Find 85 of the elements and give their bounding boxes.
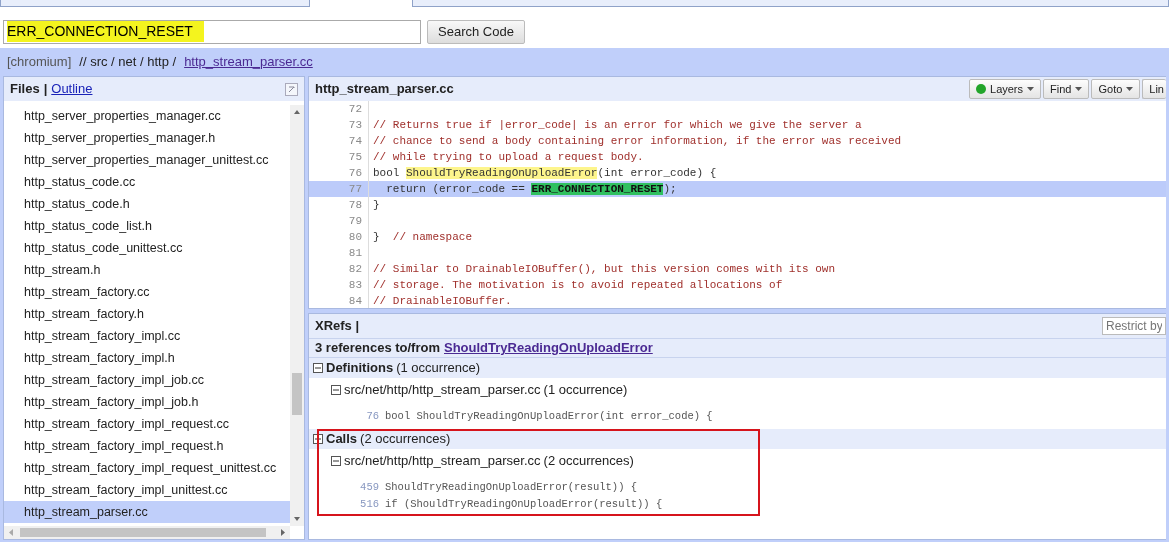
code-line: return (error_code == ERR_CONNECTION_RESET); [385,182,677,197]
file-item[interactable]: http_status_code_list.h [4,215,290,237]
restrict-field[interactable]: Restrict by [1102,317,1166,335]
status-dot-icon [976,84,986,94]
panel-tab[interactable]: Files [10,79,40,99]
search-button[interactable]: Search Code [427,19,525,44]
file-item[interactable]: http_stream_factory_impl_request.h [4,435,290,457]
file-title: http_stream_parser.cc [315,80,454,99]
code-line: // storage. The motivation is to avoid repeated allocations of [373,278,783,293]
code-line: bool ShouldTryReadingOnUploadError(int error_code) { [373,166,717,181]
file-item[interactable]: http_server_properties_manager_unittest.cc [4,149,290,171]
caret-icon [1126,87,1134,91]
line-number: 78 [309,197,369,213]
line-number: 84 [309,293,369,308]
file-item[interactable]: http_status_code.cc [4,171,290,193]
line-number: 82 [309,261,369,277]
symbol-link[interactable]: ShouldTryReadingOnUploadError [444,338,653,358]
group-header[interactable]: Definitions (1 occurrence) [309,358,1166,378]
occurrence-count: (2 occurrences) [543,452,634,471]
line-number: 75 [309,149,369,165]
file-item[interactable]: http_stream_factory_impl_request_unittest.cc [4,457,290,479]
collapse-icon[interactable] [313,434,323,444]
collapse-icon[interactable] [331,385,341,395]
line-number: 459 [359,480,380,495]
caret-icon [1027,87,1035,91]
collapse-panel-icon[interactable] [285,82,298,96]
code-line: // Returns true if |error_code| is an error for which we give the server a [373,118,862,133]
file-item[interactable]: http_stream_factory.cc [4,281,290,303]
line-number: 516 [359,497,380,512]
code-line[interactable]: bool ShouldTryReadingOnUploadError(int error_code) { [385,408,713,425]
file-item[interactable]: http_stream_factory_impl_job.cc [4,369,290,391]
line-number: 74 [309,133,369,149]
line-number: 72 [309,101,369,117]
code-line: } // namespace [373,230,473,245]
references-summary: 3 references to/from [315,339,440,358]
file-item[interactable]: http_stream_factory_impl.h [4,347,290,369]
file-item[interactable]: http_stream.h [4,259,290,281]
vertical-scrollbar[interactable] [290,105,304,526]
menu-button[interactable]: Goto [1091,79,1141,99]
line-number: 80 [309,229,369,245]
collapse-icon[interactable] [331,456,341,466]
search-field[interactable]: ERR_CONNECTION_RESET [3,19,421,44]
panel-tab[interactable]: Outline [51,79,93,99]
group-header[interactable]: Calls (2 occurrences) [309,429,1166,449]
line-number: 83 [309,277,369,293]
file-item[interactable]: http_stream_factory.h [4,303,290,325]
code-line: } [373,198,380,213]
horizontal-scrollbar[interactable] [4,526,290,539]
file-item[interactable]: http_stream_factory_impl_unittest.cc [4,479,290,501]
file-item[interactable]: http_stream_parser.cc [4,501,290,523]
menu-button[interactable]: Lin [1142,79,1166,99]
code-line[interactable]: if (ShouldTryReadingOnUploadError(result)) { [385,496,663,513]
line-number: 76 [365,409,380,424]
file-item[interactable]: http_status_code.h [4,193,290,215]
file-item[interactable]: http_status_code_unittest.cc [4,237,290,259]
line-number: 79 [309,213,369,229]
line-number: 77 [309,181,369,197]
xrefs-title: XRefs | [315,317,360,336]
caret-icon [1075,87,1083,91]
layers-button[interactable]: Layers [969,79,1042,99]
code-line: // while trying to upload a request body. [373,150,644,165]
file-link[interactable]: http_stream_parser.cc [184,52,313,72]
file-item[interactable]: http_server_properties_manager.h [4,127,290,149]
code-line: // Similar to DrainableIOBuffer(), but this version comes with its own [373,262,836,277]
line-number: 73 [309,117,369,133]
file-item[interactable]: http_stream_factory_impl.cc [4,325,290,347]
file-path: src/net/http/http_stream_parser.cc [344,381,541,400]
collapse-icon[interactable] [313,363,323,373]
group-label: Calls [326,430,358,449]
file-path: src/net/http/http_stream_parser.cc [344,452,541,471]
project-label: [chromium] [7,53,72,72]
occurrence-count: (2 occurrences) [360,430,451,449]
breadcrumb-path: // src / net / http / [79,53,177,72]
line-number: 81 [309,245,369,261]
occurrence-count: (1 occurrence) [543,381,628,400]
occurrence-count: (1 occurrence) [396,359,480,378]
code-line: // DrainableIOBuffer. [373,294,512,308]
code-line: // chance to send a body containing error information, if the error was received [373,134,902,149]
group-label: Definitions [326,359,394,378]
code-line[interactable]: ShouldTryReadingOnUploadError(result)) { [385,479,638,496]
file-item[interactable]: http_stream_factory_impl_request.cc [4,413,290,435]
file-item[interactable]: http_stream_factory_impl_job.h [4,391,290,413]
menu-button[interactable]: Find [1043,79,1090,99]
tab-separator: | [43,80,48,99]
file-item[interactable]: http_server_properties_manager.cc [4,105,290,127]
